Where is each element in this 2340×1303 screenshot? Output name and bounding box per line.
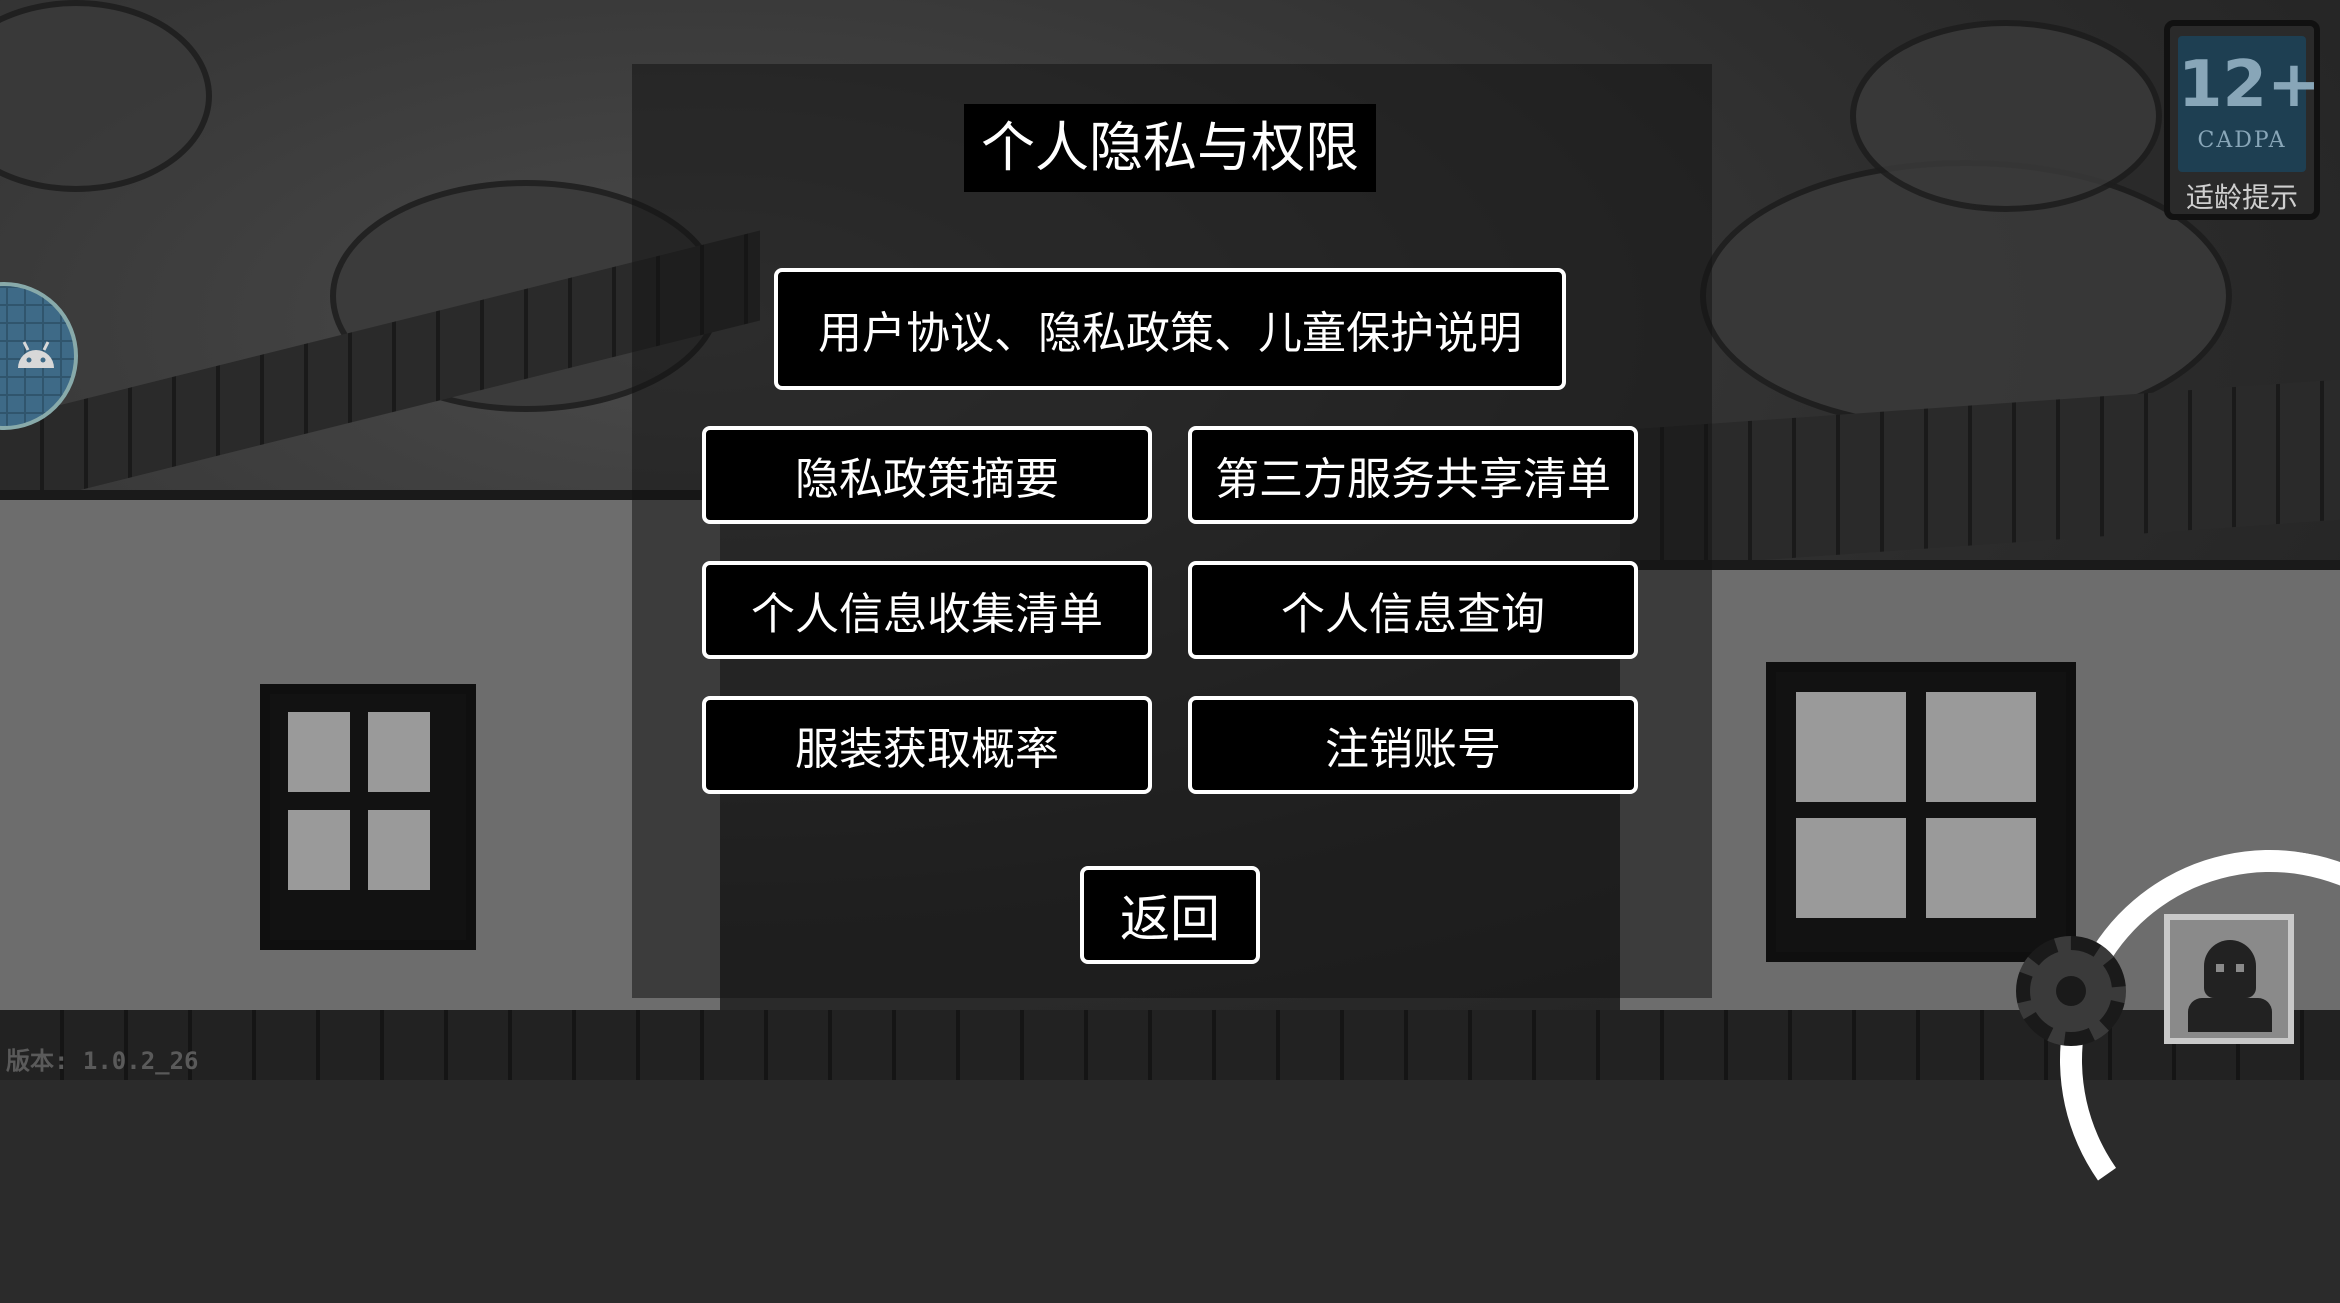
user-agreement-button[interactable]: 用户协议、隐私政策、儿童保护说明 — [774, 268, 1566, 390]
floating-assistant-button[interactable] — [0, 282, 78, 430]
gear-icon[interactable] — [2016, 936, 2126, 1046]
android-icon — [14, 332, 58, 383]
age-rating-badge[interactable]: 12+ CADPA 适龄提示 — [2164, 20, 2321, 220]
dialog-title: 个人隐私与权限 — [964, 104, 1376, 192]
privacy-summary-button[interactable]: 隐私政策摘要 — [702, 426, 1152, 524]
house-roof-right — [1620, 379, 2340, 570]
costume-probability-button[interactable]: 服装获取概率 — [702, 696, 1152, 794]
age-rating-label: 适龄提示 — [2185, 181, 2298, 214]
background-cloud — [1850, 20, 2162, 212]
house-window-right — [1766, 662, 2076, 962]
age-rating-value: 12+ — [2178, 48, 2321, 122]
house-window-left — [260, 684, 476, 950]
brick-ground — [0, 1010, 2340, 1080]
version-label: 版本: 1.0.2_26 — [6, 1047, 199, 1075]
delete-account-button[interactable]: 注销账号 — [1188, 696, 1638, 794]
age-rating-org: CADPA — [2197, 128, 2287, 153]
info-collection-list-button[interactable]: 个人信息收集清单 — [702, 561, 1152, 659]
personal-info-query-button[interactable]: 个人信息查询 — [1188, 561, 1638, 659]
back-button[interactable]: 返回 — [1080, 866, 1260, 964]
age-rating-inner: 12+ CADPA — [2178, 36, 2321, 172]
avatar-icon[interactable] — [2164, 914, 2294, 1044]
third-party-sharing-button[interactable]: 第三方服务共享清单 — [1188, 426, 1638, 524]
privacy-dialog-panel — [632, 64, 1712, 998]
background-cloud — [0, 0, 212, 192]
